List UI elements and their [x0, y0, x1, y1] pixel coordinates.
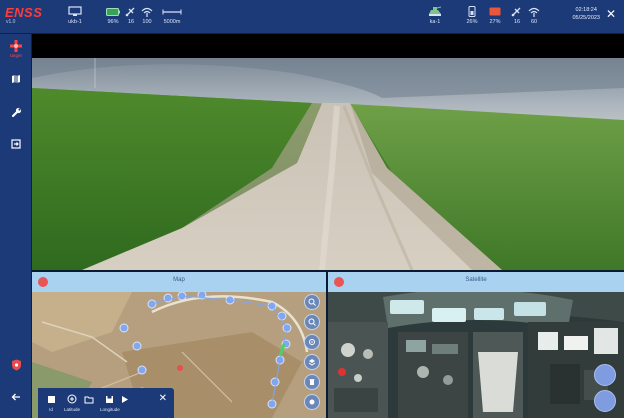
- video-letterbox: [32, 34, 624, 58]
- shield-icon: [11, 359, 21, 371]
- battery-level: 96%: [107, 19, 119, 25]
- map-layers-button[interactable]: [304, 354, 320, 370]
- clock-date: 05/25/2023: [572, 15, 600, 21]
- add-icon: [67, 394, 77, 404]
- satellite-view[interactable]: [328, 292, 624, 418]
- satellite-count-right: 16: [513, 19, 521, 25]
- status-satellites-right: 16: [510, 6, 524, 25]
- exit-icon: [11, 139, 21, 149]
- waypoint-select-all[interactable]: Id: [46, 394, 56, 412]
- satellite-panel-title: Satellite: [465, 277, 487, 283]
- status-signal: 100: [140, 6, 154, 25]
- waypoint-column-latitude: Latitude: [64, 407, 81, 412]
- device-level: 26%: [466, 19, 478, 25]
- zoom-in-icon: [308, 298, 316, 306]
- map-panel-header: Map: [32, 272, 326, 292]
- map-record-button[interactable]: [304, 394, 320, 410]
- unit-label: ukb-1: [68, 19, 82, 25]
- sidebar-item-target[interactable]: target: [0, 38, 32, 60]
- satellite-panel: Satellite: [328, 272, 624, 418]
- satellite-action-button-2[interactable]: [594, 390, 616, 412]
- waypoint-toolbar: Id Latitude Longitude ✕: [38, 388, 174, 418]
- range-icon: [162, 6, 182, 17]
- range-value: 5000m: [163, 19, 181, 25]
- app-window: ENSS v1.0 ukb-1 96% 16 100 5000m ka-1 26…: [0, 0, 624, 418]
- map-tools: [304, 294, 320, 410]
- sidebar-item-shield[interactable]: [0, 354, 32, 376]
- waypoint-toolbar-close-icon[interactable]: ✕: [159, 394, 167, 404]
- signal-strength: 100: [142, 19, 152, 25]
- battery-alert-level: 27%: [489, 19, 501, 25]
- vehicle-selector[interactable]: ka-1: [428, 6, 442, 25]
- top-bar: ENSS v1.0 ukb-1 96% 16 100 5000m ka-1 26…: [0, 0, 624, 34]
- map-panel-title: Map: [173, 277, 185, 283]
- unit-selector[interactable]: ukb-1: [68, 6, 82, 25]
- clock: 02:18:24 05/25/2023: [572, 6, 600, 22]
- status-signal-right: 60: [527, 6, 541, 25]
- sidebar-item-exit[interactable]: [0, 133, 32, 155]
- map-delete-button[interactable]: [304, 374, 320, 390]
- battery-icon: [106, 6, 120, 17]
- trash-icon: [309, 379, 315, 385]
- signal-strength-right: 60: [530, 19, 538, 25]
- status-satellites: 16: [124, 6, 138, 25]
- satellite-action-button-1[interactable]: [594, 364, 616, 386]
- status-range: 5000m: [162, 6, 182, 25]
- satellite-count: 16: [127, 19, 135, 25]
- app-logo: ENSS v1.0: [5, 6, 51, 28]
- sidebar-item-label: target: [10, 53, 22, 58]
- zoom-out-icon: [308, 318, 316, 326]
- vehicle-cabin-image: [328, 292, 624, 418]
- record-icon: [309, 399, 315, 405]
- waypoint-save-button[interactable]: Longitude: [100, 394, 120, 412]
- vehicle-icon: [428, 6, 442, 17]
- sidebar: target: [0, 34, 32, 418]
- close-icon[interactable]: ✕: [604, 7, 618, 21]
- signal-icon: [140, 6, 154, 17]
- target-icon: [10, 40, 22, 52]
- road-scene-image: [32, 58, 624, 270]
- checkbox-icon: [46, 394, 56, 404]
- map-zoom-out-button[interactable]: [304, 314, 320, 330]
- status-device: 26%: [465, 6, 479, 25]
- waypoint-column-longitude: Longitude: [100, 407, 120, 412]
- save-icon: [105, 394, 115, 404]
- sidebar-item-settings[interactable]: [0, 101, 32, 123]
- back-arrow-icon: [11, 393, 20, 401]
- wrench-icon: [11, 107, 21, 117]
- brand-name: ENSS: [5, 5, 43, 20]
- map-locate-button[interactable]: [304, 334, 320, 350]
- waypoint-open-button[interactable]: [84, 394, 94, 407]
- locate-icon: [309, 339, 315, 345]
- device-icon: [465, 6, 479, 17]
- clock-time: 02:18:24: [575, 7, 597, 13]
- waypoint-play-button[interactable]: [120, 394, 130, 407]
- status-battery: 96%: [106, 6, 120, 25]
- play-icon: [120, 394, 130, 404]
- satellite-icon: [510, 6, 524, 17]
- back-button[interactable]: [0, 386, 32, 408]
- app-version: v1.0: [6, 19, 16, 25]
- folder-icon: [84, 394, 94, 404]
- vehicle-label: ka-1: [429, 19, 441, 25]
- signal-icon: [527, 6, 541, 17]
- waypoint-add-button[interactable]: Latitude: [64, 394, 80, 412]
- monitor-icon: [68, 6, 82, 17]
- waypoint-column-id: Id: [49, 407, 53, 412]
- camera-feed[interactable]: [32, 58, 624, 270]
- satellite-panel-header: Satellite: [328, 272, 624, 292]
- status-battery-alert: 27%: [488, 6, 502, 25]
- satellite-icon: [124, 6, 138, 17]
- battery-alert-icon: [488, 6, 502, 17]
- map-zoom-in-button[interactable]: [304, 294, 320, 310]
- map-icon: [12, 75, 20, 83]
- layers-icon: [308, 359, 316, 366]
- sidebar-item-map[interactable]: [0, 68, 32, 90]
